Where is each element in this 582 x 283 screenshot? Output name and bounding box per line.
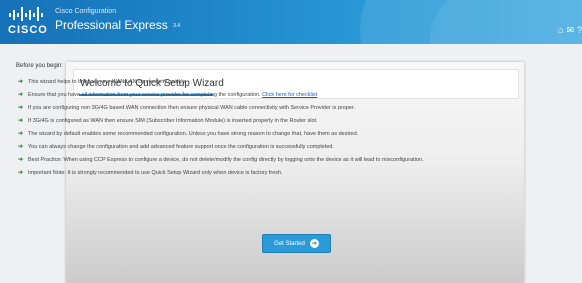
product-name-text: Professional Express bbox=[55, 18, 168, 32]
list-item: ➜ Ensure that you have all information fr… bbox=[18, 92, 318, 98]
get-started-button[interactable]: Get Started ➜ bbox=[262, 234, 331, 253]
list-item: ➜ You can always change the configuration… bbox=[18, 144, 334, 150]
header-decoration bbox=[430, 0, 582, 44]
home-icon[interactable]: ⌂ bbox=[558, 25, 563, 36]
arrow-right-icon: ➜ bbox=[18, 92, 24, 98]
cisco-logo: CISCO bbox=[6, 6, 48, 36]
arrow-right-icon: ➜ bbox=[18, 144, 24, 150]
top-header: CISCO Cisco Configuration Professional E… bbox=[0, 0, 582, 44]
help-icon[interactable]: ? bbox=[577, 25, 582, 36]
list-item: ➜ Important Note: It is strongly recommen… bbox=[18, 170, 283, 176]
checklist-link[interactable]: Click here for checklist bbox=[262, 92, 317, 98]
wizard-intro: Before you begin: bbox=[16, 63, 64, 69]
cisco-bars-icon bbox=[9, 7, 43, 21]
arrow-right-icon: ➜ bbox=[18, 79, 24, 85]
list-item: ➜ This wizard helps to bring up your WAN/… bbox=[18, 79, 187, 85]
arrow-right-icon: ➜ bbox=[18, 105, 24, 111]
arrow-right-circle-icon: ➜ bbox=[309, 239, 319, 248]
arrow-right-icon: ➜ bbox=[18, 157, 24, 163]
logo-word: CISCO bbox=[8, 24, 48, 36]
checklist: ➜ This wizard helps to bring up your WAN/… bbox=[16, 79, 456, 183]
list-item: ➜ If you are configuring non 3G/4G based … bbox=[18, 105, 356, 111]
header-icons: ⌂ ✉ ? bbox=[558, 25, 582, 36]
mail-icon[interactable]: ✉ bbox=[566, 25, 574, 36]
get-started-label: Get Started bbox=[274, 240, 305, 247]
arrow-right-icon: ➜ bbox=[18, 131, 24, 137]
list-item: ➜ Best Practice: When using CCP Express t… bbox=[18, 157, 424, 163]
list-item: ➜ The wizard by default enables some reco… bbox=[18, 131, 359, 137]
product-line: Cisco Configuration bbox=[55, 8, 117, 15]
product-version: 3.4 bbox=[173, 22, 181, 29]
arrow-right-icon: ➜ bbox=[18, 118, 24, 124]
product-name: Professional Express 3.4 bbox=[55, 18, 180, 32]
list-item: ➜ If 3G/4G is configured as WAN then ensu… bbox=[18, 118, 318, 124]
arrow-right-icon: ➜ bbox=[18, 170, 24, 176]
